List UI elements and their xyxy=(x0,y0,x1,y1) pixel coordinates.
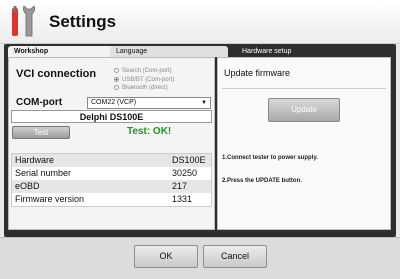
divider xyxy=(222,88,386,89)
radio-button-icon xyxy=(114,85,119,90)
radio-bluetooth-direct[interactable]: Bluetooth (direct) xyxy=(114,84,168,93)
row-value: 217 xyxy=(172,181,188,191)
chevron-down-icon: ▼ xyxy=(201,100,207,106)
wrench-screwdriver-icon xyxy=(12,5,36,37)
row-value: DS100E xyxy=(172,155,206,165)
row-key: eOBD xyxy=(15,181,40,191)
radio-button-icon xyxy=(114,68,119,73)
radio-button-selected-icon xyxy=(114,77,119,82)
table-row: Hardware DS100E xyxy=(12,154,211,167)
table-row: eOBD 217 xyxy=(12,180,211,193)
radio-search-comport[interactable]: Search (Com-port) xyxy=(114,67,172,76)
update-firmware-title: Update firmware xyxy=(224,68,291,78)
update-button[interactable]: Update xyxy=(268,98,340,122)
cancel-button[interactable]: Cancel xyxy=(203,245,267,268)
dialog-footer: OK Cancel xyxy=(0,237,400,279)
radio-label: Bluetooth (direct) xyxy=(122,85,168,91)
test-result: Test: OK! xyxy=(127,126,172,137)
comport-select[interactable]: COM22 (VCP) ▼ xyxy=(87,97,211,109)
window-title: Settings xyxy=(49,12,117,31)
radio-label: USB/BT (Com-port) xyxy=(122,77,175,83)
row-key: Firmware version xyxy=(15,194,85,204)
test-button[interactable]: Test xyxy=(12,126,70,139)
comport-label: COM-port xyxy=(16,97,63,108)
device-name: Delphi DS100E xyxy=(11,110,212,123)
ok-button[interactable]: OK xyxy=(134,245,198,268)
hardware-panel: VCI connection Search (Com-port) USB/BT … xyxy=(8,57,215,230)
instruction-step-1: 1.Connect tester to power supply. xyxy=(222,155,318,161)
radio-label: Search (Com-port) xyxy=(122,68,172,74)
row-key: Serial number xyxy=(15,168,72,178)
update-firmware-panel: Update firmware Update 1.Connect tester … xyxy=(217,57,391,230)
row-value: 30250 xyxy=(172,168,198,178)
title-bar: Settings xyxy=(0,0,400,44)
instruction-step-2: 2.Press the UPDATE button. xyxy=(222,178,302,184)
hardware-info-table: Hardware DS100E Serial number 30250 eOBD… xyxy=(11,153,212,207)
table-row: Firmware version 1331 xyxy=(12,193,211,206)
tab-language[interactable]: Language xyxy=(110,46,228,57)
tab-hardware-setup[interactable]: Hardware setup xyxy=(236,46,396,57)
tab-workshop[interactable]: Workshop xyxy=(8,46,118,57)
vci-connection-label: VCI connection xyxy=(16,68,97,80)
row-value: 1331 xyxy=(172,194,193,204)
comport-value: COM22 (VCP) xyxy=(91,99,137,106)
row-key: Hardware xyxy=(15,155,55,165)
table-row: Serial number 30250 xyxy=(12,167,211,180)
